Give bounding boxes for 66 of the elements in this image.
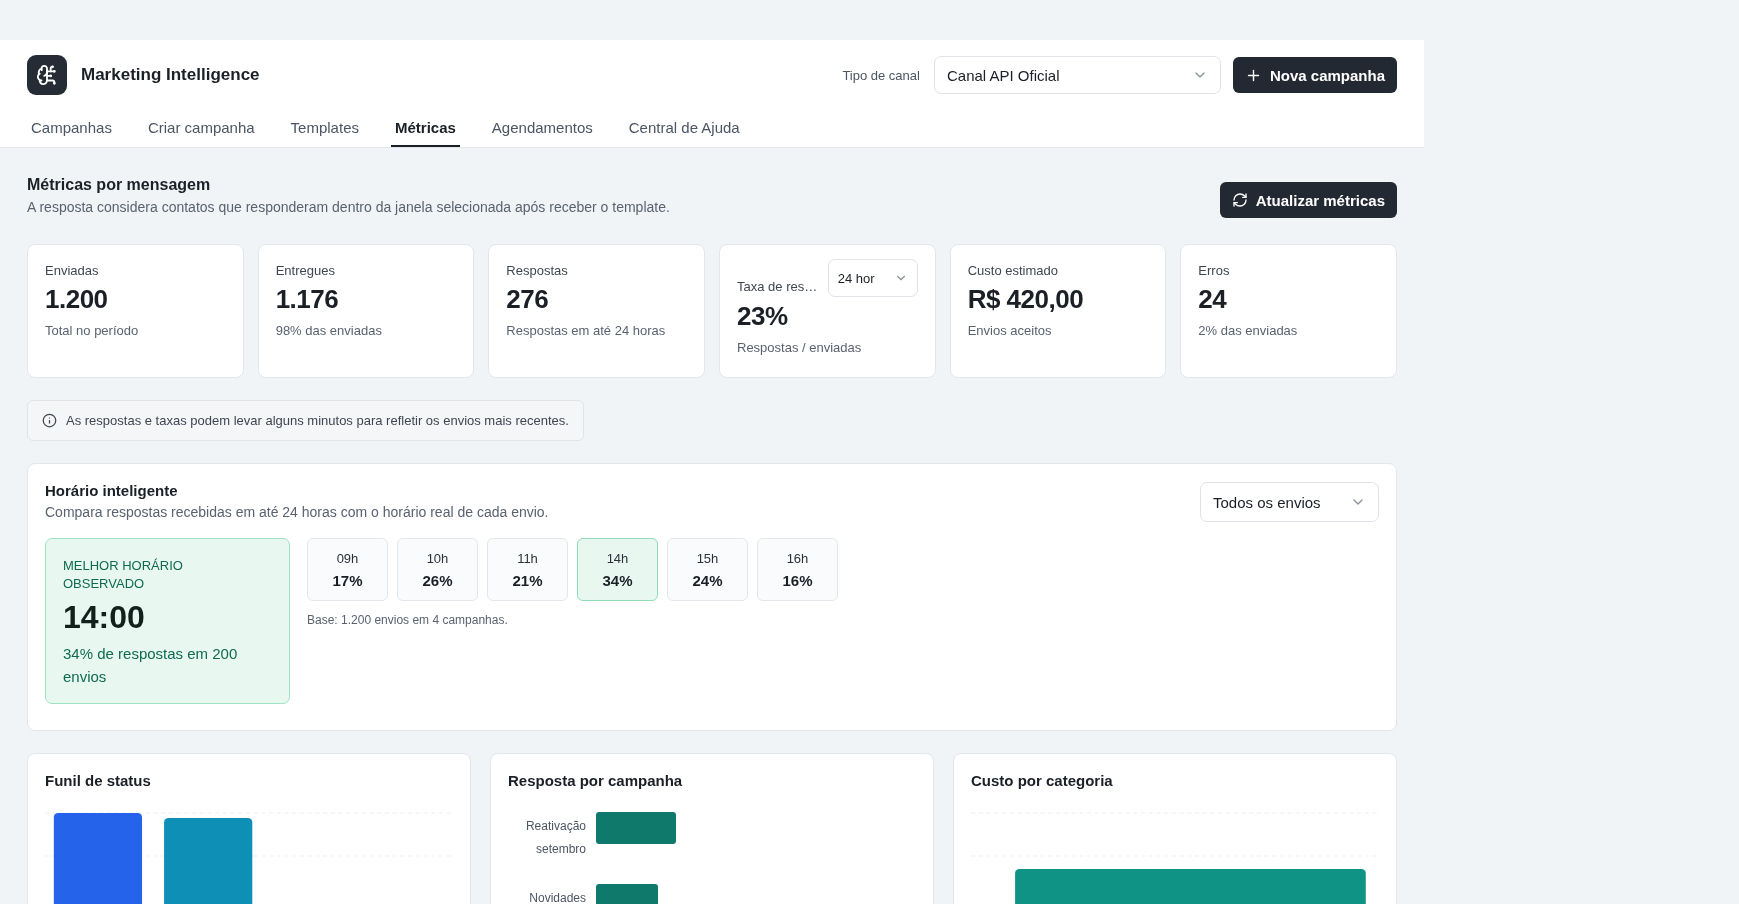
hour-option[interactable]: 09h 17% (307, 538, 388, 601)
metric-note: Respostas em até 24 horas (506, 323, 667, 338)
nav-tab[interactable]: Agendamentos (487, 110, 597, 147)
metric-label: Erros (1198, 263, 1231, 278)
hour-label: 15h (696, 550, 719, 566)
nav-tab[interactable]: Campanhas (27, 110, 116, 147)
hour-label: 14h (606, 550, 629, 566)
brain-logo-icon (27, 55, 67, 95)
refresh-icon (1231, 192, 1248, 208)
metric-value: 23% (737, 301, 789, 332)
metric-value: 1.176 (275, 284, 340, 315)
panel-title: Horário inteligente (45, 482, 179, 499)
metric-value: 276 (506, 284, 550, 315)
metric-label: Entregues (275, 263, 336, 278)
campaign-label: Reativação setembro (524, 818, 586, 858)
hour-option[interactable]: 16h 16% (757, 538, 838, 601)
section-subtitle: A resposta considera contatos que responderam dentro da janela selecionada após receber o template. (27, 199, 670, 215)
metric-value: R$ 420,00 (967, 284, 1085, 315)
metric-note: Envios aceitos (967, 323, 1053, 338)
hour-rate: 34% (602, 571, 633, 589)
hour-rate: 16% (782, 571, 813, 589)
hour-rate: 24% (692, 571, 723, 589)
nav-tab[interactable]: Central de Ajuda (624, 110, 744, 147)
hour-label: 11h (517, 550, 538, 566)
metric-label: Respostas (506, 263, 569, 278)
metric-note: Total no período (45, 323, 140, 338)
metric-label: Custo estimado (967, 263, 1059, 278)
hour-option[interactable]: 14h 34% (577, 538, 658, 601)
metric-note: 98% das enviadas (275, 323, 383, 338)
hour-label: 10h (426, 550, 449, 566)
best-time-label: MELHOR HORÁRIO OBSERVADO (63, 557, 184, 593)
metric-note: 2% das enviadas (1198, 323, 1299, 338)
chart-title: Funil de status (45, 772, 152, 789)
hour-label: 09h (336, 550, 359, 566)
panel-subtitle: Compara respostas recebidas em até 24 horas com o horário real de cada envio. (45, 504, 549, 520)
hour-option[interactable]: 11h 21% (487, 538, 568, 601)
info-text: As respostas e taxas podem levar alguns minutos para refletir os envios mais recentes. (66, 413, 569, 428)
send-filter-select[interactable]: Todos os envios (1200, 482, 1379, 522)
best-time-value: 14:00 (63, 599, 146, 636)
info-icon (42, 413, 57, 428)
metric-note: Respostas / enviadas (737, 340, 863, 355)
window-select[interactable]: 24 hor (827, 259, 918, 297)
campaign-label: Novidades (528, 890, 586, 904)
nav-tab[interactable]: Criar campanha (143, 110, 259, 147)
chart-title: Custo por categoria (971, 772, 1114, 789)
metric-label: Enviadas (45, 263, 100, 278)
chart-title: Resposta por campanha (508, 772, 684, 789)
metric-value: 1.200 (45, 284, 109, 315)
hour-option[interactable]: 15h 24% (667, 538, 748, 601)
refresh-metrics-button[interactable]: Atualizar métricas (1219, 182, 1397, 218)
metric-value: 24 (1198, 284, 1228, 315)
hour-label: 16h (786, 550, 809, 566)
app-title: Marketing Intelligence (81, 65, 261, 85)
channel-select[interactable]: Canal API Oficial (933, 56, 1221, 94)
nav-tab[interactable]: Métricas (391, 110, 460, 147)
hour-rate: 17% (332, 571, 363, 589)
section-title: Métricas por mensagem (27, 176, 212, 194)
nav-tab[interactable]: Templates (286, 110, 363, 147)
metric-label: Taxa de res… (737, 279, 818, 294)
base-note: Base: 1.200 envios em 4 campanhas. (307, 613, 509, 627)
hour-rate: 21% (512, 571, 543, 589)
hour-option[interactable]: 10h 26% (397, 538, 478, 601)
new-campaign-button[interactable]: Nova campanha (1232, 57, 1397, 93)
hour-rate: 26% (422, 571, 453, 589)
best-time-note: 34% de respostas em 200 envios (63, 644, 239, 687)
channel-label: Tipo de canal (842, 67, 920, 83)
